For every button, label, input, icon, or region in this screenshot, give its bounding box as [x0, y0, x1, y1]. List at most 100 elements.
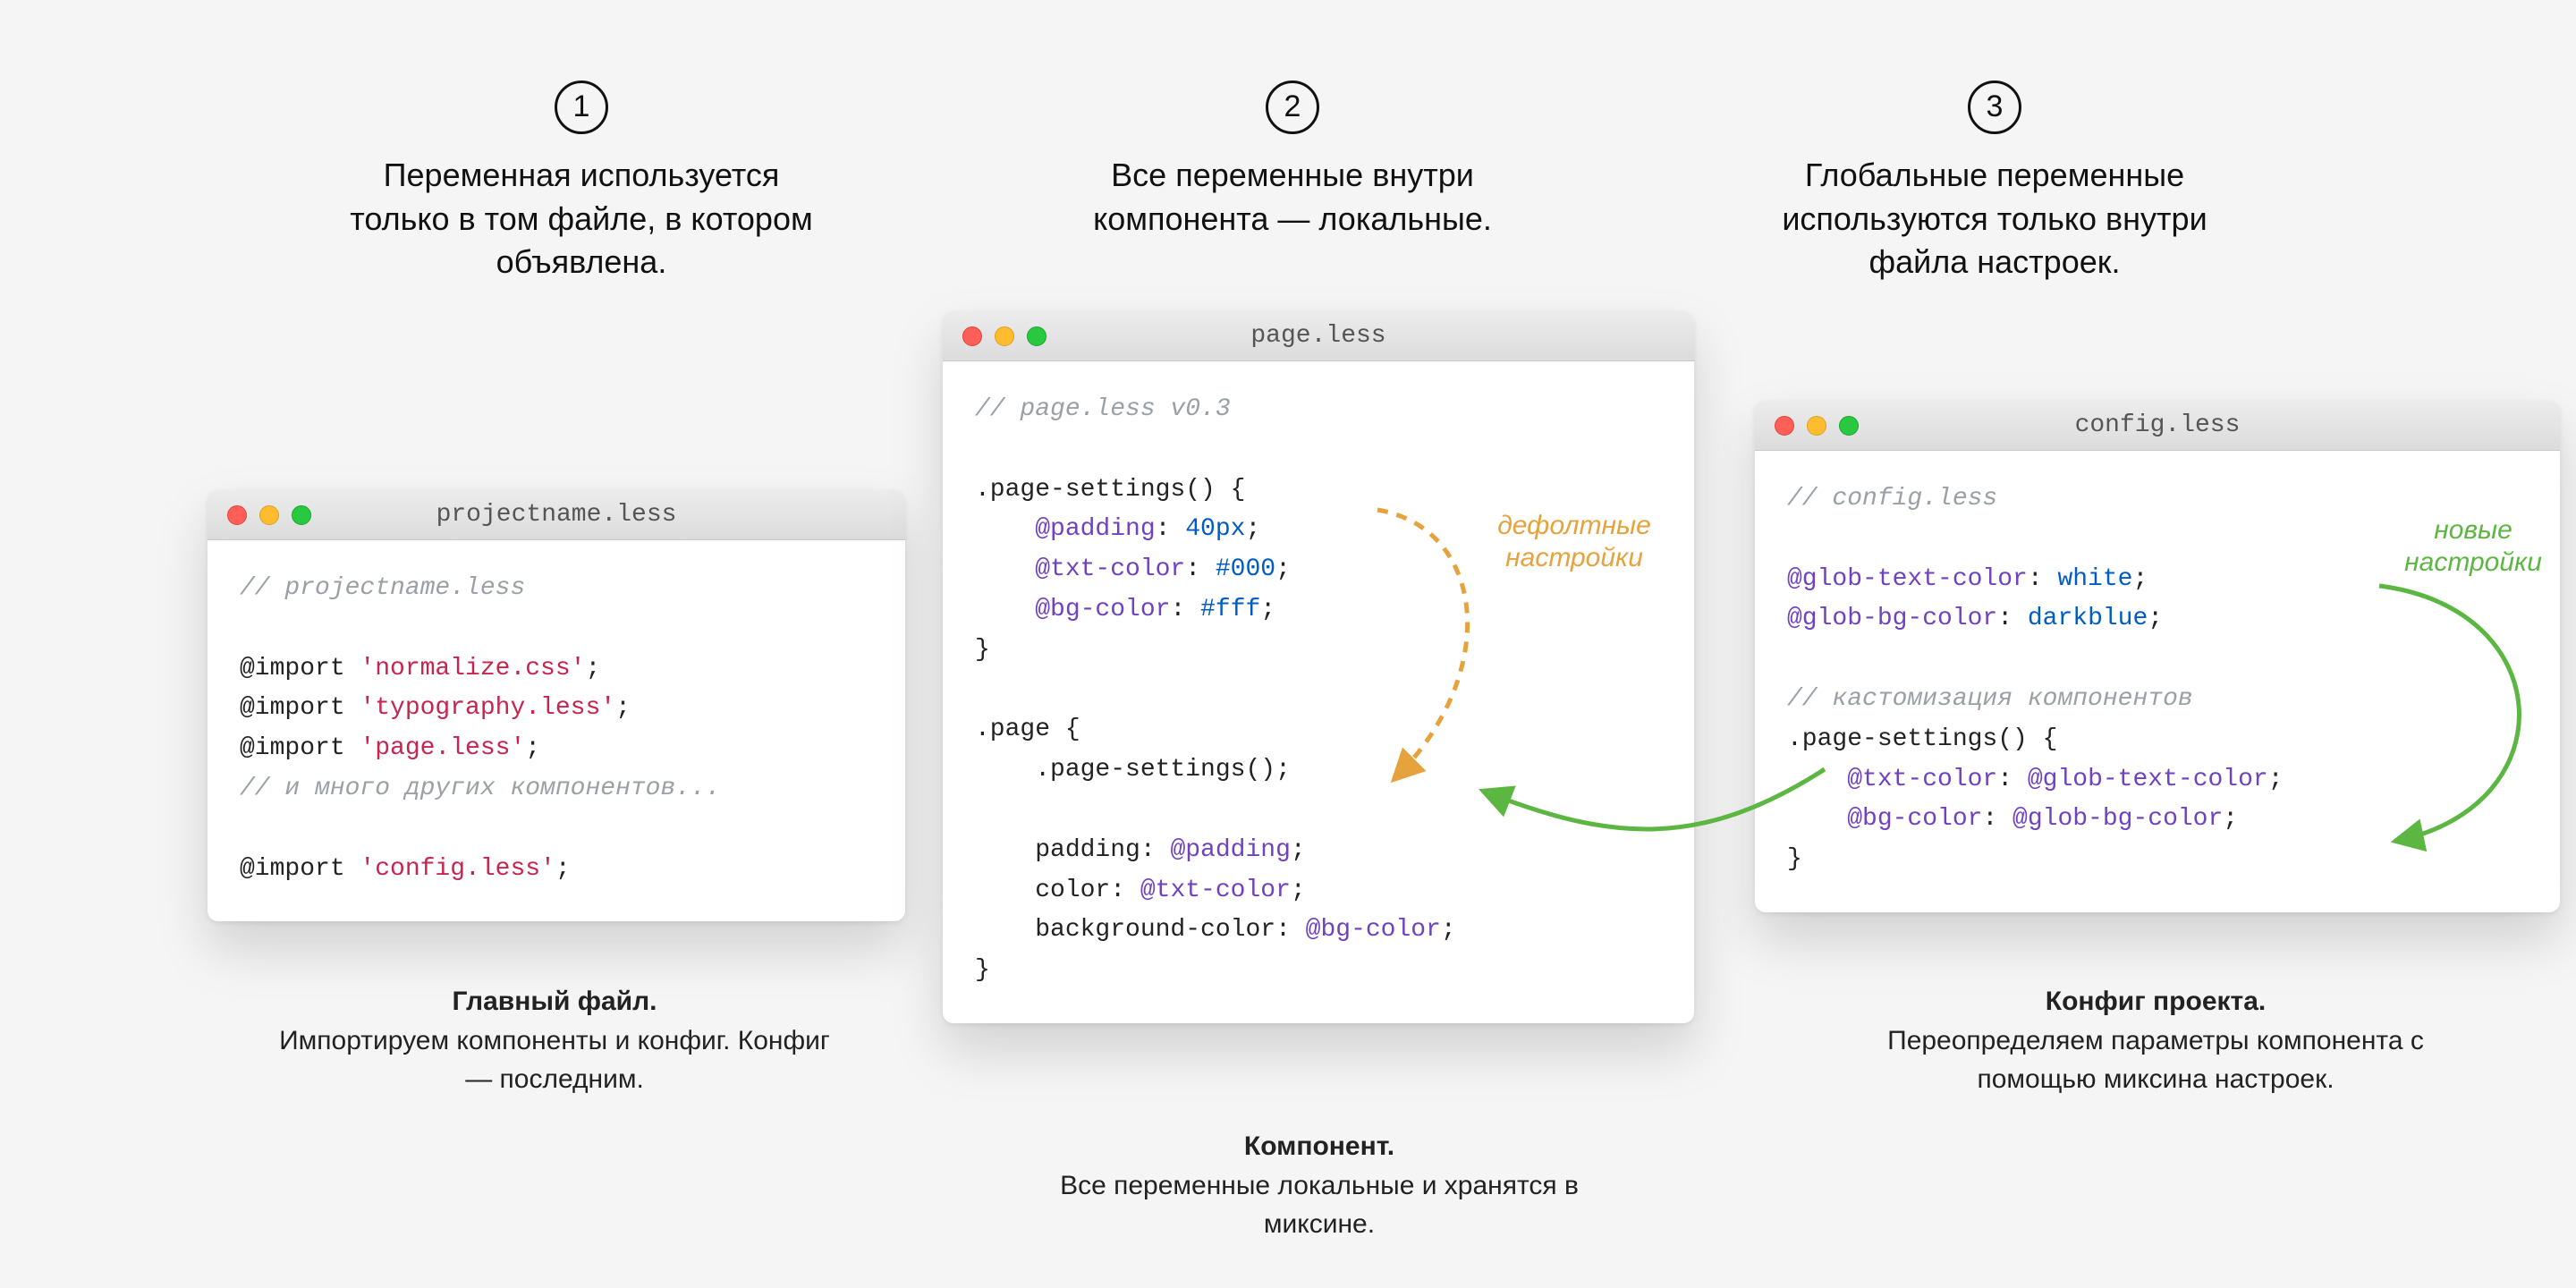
- code-token: ;: [1291, 877, 1306, 904]
- code-line: .page-settings() {: [975, 476, 1245, 504]
- traffic-light-icons: [962, 326, 1046, 346]
- window-page-titlebar: page.less: [943, 311, 1694, 361]
- code-token: @glob-bg-color: [1787, 605, 1997, 632]
- rule-1-text: Переменная используется только в том фай…: [340, 154, 823, 284]
- code-token: ;: [2148, 605, 2163, 632]
- code-token: #fff: [1200, 596, 1260, 623]
- code-token: ;: [2223, 805, 2238, 833]
- code-token: :: [1997, 766, 2028, 793]
- code-line: // и много других компонентов...: [240, 775, 721, 802]
- minimize-icon: [259, 505, 279, 525]
- code-token: :: [2028, 565, 2058, 593]
- code-token: ;: [1245, 515, 1260, 543]
- code-token: ;: [1260, 596, 1275, 623]
- window-project-titlebar: projectname.less: [208, 490, 905, 540]
- caption-config: Конфиг проекта. Переопределяем параметры…: [1878, 982, 2433, 1099]
- code-token: 'config.less': [360, 855, 555, 883]
- close-icon: [1775, 416, 1794, 436]
- code-token: @glob-text-color: [2028, 766, 2268, 793]
- caption-project-text: Импортируем компоненты и конфиг. Конфиг …: [279, 1026, 830, 1095]
- code-token: 40px: [1185, 515, 1245, 543]
- window-page-code: // page.less v0.3 .page-settings() { @pa…: [943, 361, 1694, 1023]
- caption-config-title: Конфиг проекта.: [2046, 987, 2266, 1016]
- code-token: :: [1982, 805, 2012, 833]
- annotation-default: дефолтные настройки: [1476, 510, 1673, 574]
- caption-page-text: Все переменные локальные и хранятся в ми…: [1060, 1171, 1579, 1240]
- code-token: @bg-color: [975, 596, 1170, 623]
- code-token: 'typography.less': [360, 694, 615, 722]
- code-token: ;: [1441, 916, 1456, 944]
- code-token: white: [2057, 565, 2132, 593]
- code-token: :: [1140, 836, 1171, 864]
- code-token: :: [1110, 877, 1140, 904]
- caption-project: Главный файл. Импортируем компоненты и к…: [277, 982, 832, 1099]
- code-token: :: [1997, 605, 2028, 632]
- rule-2: 2 Все переменные внутри компонента — лок…: [1051, 80, 1534, 241]
- code-token: :: [1170, 596, 1200, 623]
- code-line: }: [975, 636, 990, 664]
- caption-project-title: Главный файл.: [453, 987, 657, 1016]
- traffic-light-icons: [1775, 416, 1859, 436]
- code-token: @import: [240, 694, 360, 722]
- code-token: ;: [525, 734, 540, 762]
- caption-config-text: Переопределяем параметры компонента с по…: [1887, 1026, 2424, 1095]
- code-token: @bg-color: [1787, 805, 1982, 833]
- code-token: @import: [240, 734, 360, 762]
- window-project: projectname.less // projectname.less @im…: [208, 490, 905, 921]
- code-token: @padding: [1170, 836, 1290, 864]
- code-token: padding: [975, 836, 1140, 864]
- code-token: @bg-color: [1306, 916, 1441, 944]
- code-token: :: [1275, 916, 1306, 944]
- traffic-light-icons: [227, 505, 311, 525]
- code-token: ;: [1275, 756, 1291, 784]
- code-token: ;: [1291, 836, 1306, 864]
- rule-3: 3 Глобальные переменные используются тол…: [1753, 80, 2236, 284]
- code-line: // кастомизация компонентов: [1787, 685, 2193, 713]
- rule-2-number: 2: [1284, 87, 1301, 128]
- caption-page-title: Компонент.: [1244, 1131, 1394, 1161]
- code-token: darkblue: [2028, 605, 2148, 632]
- code-token: #000: [1216, 555, 1275, 583]
- code-line: .page-settings() {: [1787, 725, 2057, 753]
- rule-2-badge: 2: [1266, 80, 1319, 134]
- close-icon: [227, 505, 247, 525]
- code-token: @import: [240, 655, 360, 682]
- code-token: @padding: [975, 515, 1156, 543]
- zoom-icon: [292, 505, 311, 525]
- code-line: // config.less: [1787, 485, 1997, 513]
- code-token: 'normalize.css': [360, 655, 585, 682]
- window-config-titlebar: config.less: [1755, 401, 2560, 451]
- window-page: page.less // page.less v0.3 .page-settin…: [943, 311, 1694, 1023]
- code-token: ;: [2132, 565, 2148, 593]
- rule-3-text: Глобальные переменные используются тольк…: [1753, 154, 2236, 284]
- code-token: @glob-bg-color: [2012, 805, 2223, 833]
- rule-2-text: Все переменные внутри компонента — локал…: [1051, 154, 1534, 241]
- rule-1: 1 Переменная используется только в том ф…: [340, 80, 823, 284]
- code-token: @txt-color: [975, 555, 1185, 583]
- close-icon: [962, 326, 982, 346]
- window-page-title: page.less: [1250, 322, 1385, 350]
- rule-3-number: 3: [1987, 87, 2004, 128]
- code-token: 'page.less': [360, 734, 525, 762]
- code-token: @txt-color: [1787, 766, 1997, 793]
- code-token: :: [1156, 515, 1186, 543]
- code-line: // page.less v0.3: [975, 395, 1231, 423]
- window-project-code: // projectname.less @import 'normalize.c…: [208, 540, 905, 921]
- rule-1-badge: 1: [555, 80, 608, 134]
- rule-1-number: 1: [573, 87, 590, 128]
- code-line: }: [975, 956, 990, 984]
- code-token: @import: [240, 855, 360, 883]
- zoom-icon: [1027, 326, 1046, 346]
- code-token: :: [1185, 555, 1216, 583]
- code-token: .page-settings(): [975, 756, 1275, 784]
- zoom-icon: [1839, 416, 1859, 436]
- code-line: .page {: [975, 716, 1080, 743]
- code-token: ;: [2268, 766, 2284, 793]
- code-token: background-color: [975, 916, 1275, 944]
- minimize-icon: [995, 326, 1014, 346]
- code-line: // projectname.less: [240, 574, 525, 602]
- code-token: ;: [1275, 555, 1291, 583]
- minimize-icon: [1807, 416, 1826, 436]
- window-config-title: config.less: [2075, 411, 2241, 439]
- annotation-new: новые настройки: [2384, 514, 2563, 579]
